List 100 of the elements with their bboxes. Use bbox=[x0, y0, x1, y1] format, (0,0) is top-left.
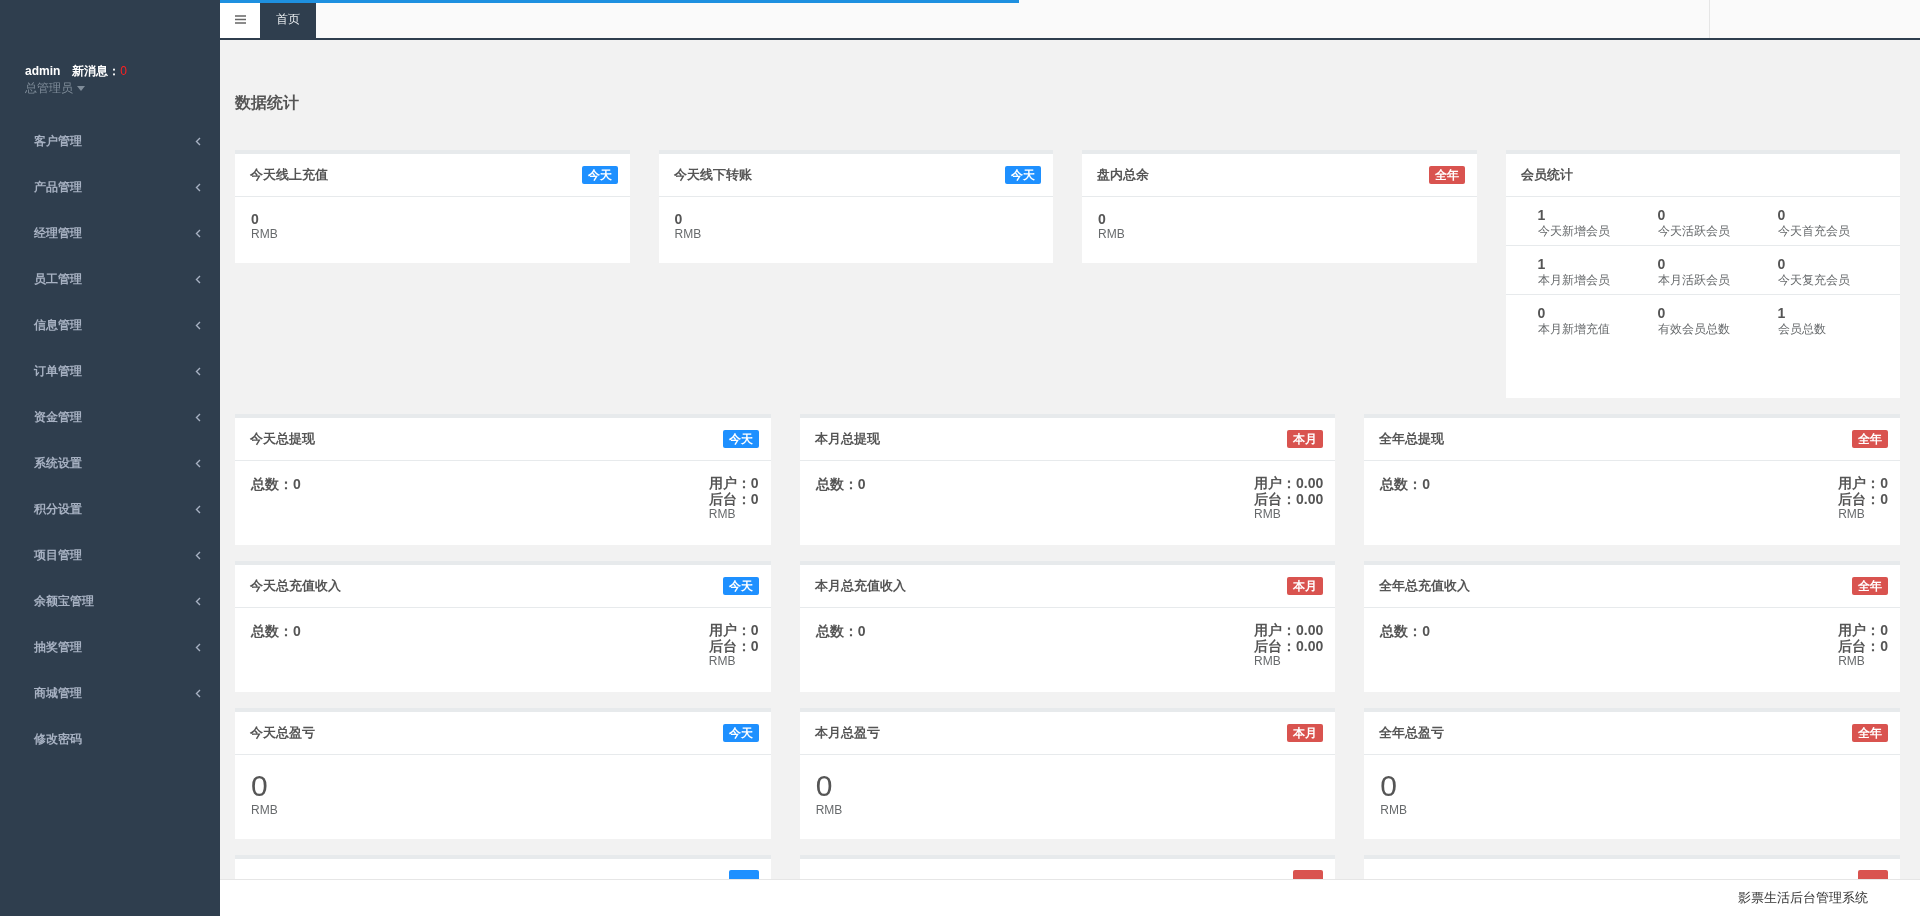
stat-value: 0 bbox=[815, 769, 834, 803]
user-name: admin bbox=[25, 63, 61, 79]
menu-item[interactable]: 抽奖管理 bbox=[0, 624, 220, 670]
period-badge: 全年 bbox=[1852, 724, 1888, 742]
menu-item[interactable]: 客户管理 bbox=[0, 118, 220, 164]
stat-value: 0 bbox=[1657, 207, 1667, 223]
backend-value: 后台：0 bbox=[1838, 638, 1888, 654]
unit-label: RMB bbox=[1098, 227, 1125, 241]
menu-icon bbox=[234, 14, 246, 24]
menu-item[interactable]: 商城管理 bbox=[0, 670, 220, 716]
period-badge: 本月 bbox=[1287, 577, 1324, 595]
stat-value: 0 bbox=[251, 769, 269, 803]
stat-value: 0 bbox=[1098, 211, 1107, 227]
unit-label: RMB bbox=[1380, 803, 1407, 817]
menu-item[interactable]: 资金管理 bbox=[0, 394, 220, 440]
chevron-left-icon bbox=[195, 642, 201, 652]
card-title: 本月总充值收入 bbox=[814, 577, 906, 595]
user-value: 用户：0 bbox=[1838, 475, 1888, 491]
chevron-left-icon bbox=[195, 550, 201, 560]
role-dropdown[interactable]: 总管理员 bbox=[25, 79, 85, 97]
stat-label: 今天新增会员 bbox=[1537, 223, 1611, 239]
card-title: 今天线上充值 bbox=[250, 166, 328, 184]
unit-label: RMB bbox=[251, 803, 278, 817]
chevron-left-icon bbox=[195, 412, 201, 422]
stat-value: 0 bbox=[1537, 305, 1547, 321]
stat-label: 本月新增会员 bbox=[1537, 272, 1611, 288]
backend-value: 后台：0 bbox=[708, 491, 759, 507]
chevron-left-icon bbox=[195, 366, 201, 376]
chevron-left-icon bbox=[195, 136, 201, 146]
unit-label: RMB bbox=[1838, 507, 1866, 521]
user-value: 用户：0.00 bbox=[1254, 475, 1324, 491]
chevron-left-icon bbox=[195, 274, 201, 284]
backend-value: 后台：0 bbox=[708, 638, 759, 654]
total-value: 总数：0 bbox=[1380, 622, 1431, 641]
card-title: 今天总盈亏 bbox=[250, 724, 315, 742]
unit-label: RMB bbox=[815, 803, 843, 817]
period-badge: 今天 bbox=[722, 430, 759, 448]
stat-value: 0 bbox=[1380, 769, 1398, 803]
chevron-left-icon bbox=[195, 320, 201, 330]
card-title: 今天总充值收入 bbox=[250, 577, 341, 595]
unit-label: RMB bbox=[674, 227, 702, 241]
chevron-left-icon bbox=[195, 458, 201, 468]
card-title: 本月总提现 bbox=[814, 430, 880, 448]
stat-value: 0 bbox=[674, 211, 684, 227]
period-badge: 今天 bbox=[1005, 166, 1041, 184]
menu-item[interactable]: 余额宝管理 bbox=[0, 578, 220, 624]
unit-label: RMB bbox=[708, 507, 737, 521]
stat-label: 今天复充会员 bbox=[1777, 272, 1851, 288]
message-label: 新消息： bbox=[72, 64, 121, 78]
stat-label: 本月新增充值 bbox=[1537, 321, 1611, 337]
chevron-left-icon bbox=[195, 182, 201, 192]
chevron-left-icon bbox=[195, 228, 201, 238]
backend-value: 后台：0.00 bbox=[1254, 491, 1324, 507]
menu-item[interactable]: 经理管理 bbox=[0, 210, 220, 256]
user-value: 用户：0 bbox=[708, 622, 759, 638]
unit-label: RMB bbox=[1838, 654, 1866, 668]
chevron-left-icon bbox=[195, 688, 201, 698]
total-value: 总数：0 bbox=[251, 475, 301, 494]
stat-value: 0 bbox=[1777, 256, 1787, 272]
total-value: 总数：0 bbox=[815, 475, 866, 494]
menu-item[interactable]: 修改密码 bbox=[0, 716, 220, 762]
stat-value: 0 bbox=[1657, 305, 1667, 321]
menu-item[interactable]: 系统设置 bbox=[0, 440, 220, 486]
card-title: 今天线下转账 bbox=[673, 166, 752, 184]
stat-label: 今天活跃会员 bbox=[1657, 223, 1731, 239]
menu-item[interactable]: 项目管理 bbox=[0, 532, 220, 578]
unit-label: RMB bbox=[251, 227, 278, 241]
backend-value: 后台：0 bbox=[1838, 491, 1888, 507]
stat-value: 1 bbox=[1537, 207, 1547, 223]
chevron-left-icon bbox=[195, 596, 201, 606]
period-badge: 今天 bbox=[722, 724, 759, 742]
stat-value: 0 bbox=[1777, 207, 1787, 223]
backend-value: 后台：0.00 bbox=[1254, 638, 1324, 654]
card-title: 今天总提现 bbox=[250, 430, 315, 448]
menu-item[interactable]: 员工管理 bbox=[0, 256, 220, 302]
period-badge: 今天 bbox=[581, 166, 618, 184]
period-badge: 本月 bbox=[1287, 724, 1324, 742]
chevron-left-icon bbox=[195, 504, 201, 514]
menu-item[interactable]: 订单管理 bbox=[0, 348, 220, 394]
card-title: 盘内总余 bbox=[1097, 166, 1149, 184]
period-badge: 全年 bbox=[1852, 430, 1888, 448]
user-value: 用户：0 bbox=[708, 475, 759, 491]
period-badge: 全年 bbox=[1852, 577, 1888, 595]
period-badge: 本月 bbox=[1287, 430, 1324, 448]
user-value: 用户：0 bbox=[1838, 622, 1888, 638]
stat-value: 0 bbox=[1657, 256, 1667, 272]
total-value: 总数：0 bbox=[815, 622, 866, 641]
menu-item[interactable]: 积分设置 bbox=[0, 486, 220, 532]
period-badge: 今天 bbox=[722, 577, 759, 595]
menu-item[interactable]: 信息管理 bbox=[0, 302, 220, 348]
stat-label: 本月活跃会员 bbox=[1657, 272, 1731, 288]
menu-item[interactable]: 产品管理 bbox=[0, 164, 220, 210]
stat-label: 会员总数 bbox=[1777, 321, 1827, 337]
stat-value: 1 bbox=[1777, 305, 1787, 321]
stat-label: 今天首充会员 bbox=[1777, 223, 1851, 239]
period-badge: 全年 bbox=[1428, 166, 1465, 184]
stat-label: 有效会员总数 bbox=[1657, 321, 1731, 337]
total-value: 总数：0 bbox=[251, 622, 301, 641]
footer-text: 影票生活后台管理系统 bbox=[1738, 889, 1868, 907]
card-title: 本月总盈亏 bbox=[814, 724, 880, 742]
